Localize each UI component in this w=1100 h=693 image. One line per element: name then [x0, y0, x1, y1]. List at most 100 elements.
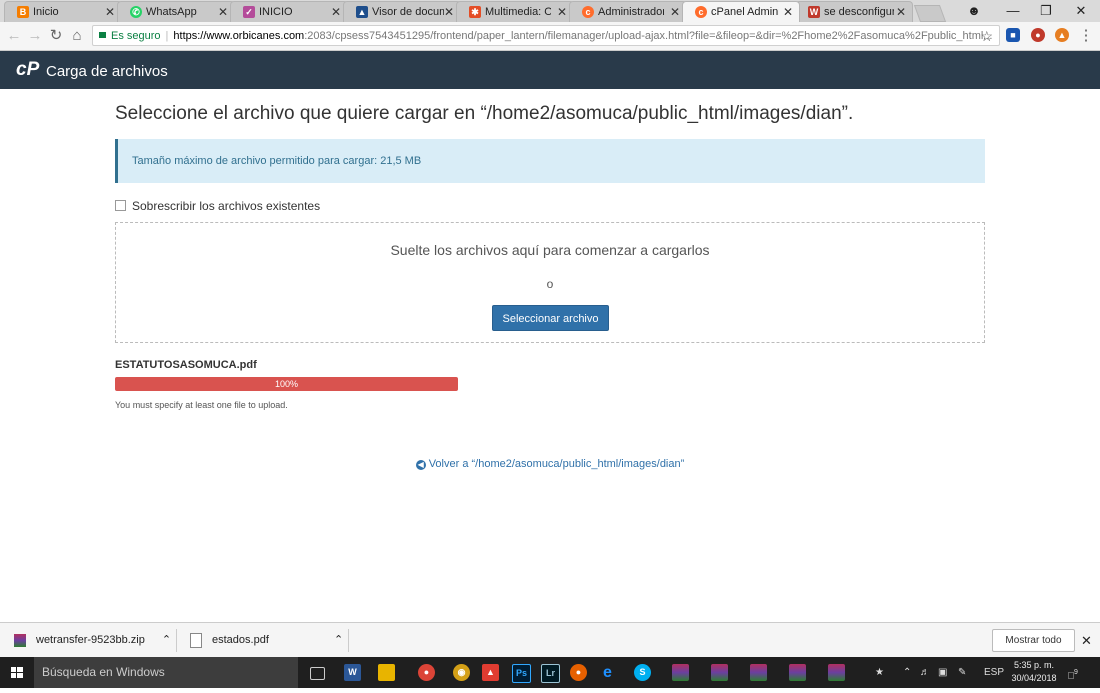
bookmark-star-icon[interactable]: ☆: [980, 26, 993, 45]
overwrite-label: Sobrescribir los archivos existentes: [132, 199, 321, 213]
archive-icon[interactable]: [672, 664, 689, 681]
url-host: https://www.orbicanes.com: [173, 30, 305, 42]
extension-icon[interactable]: ■: [1006, 28, 1020, 42]
tab-label: se desconfiguró: [824, 6, 894, 18]
notifications-icon[interactable]: □9: [1068, 657, 1078, 688]
tab-inicio-site[interactable]: ✓ INICIO ✕: [230, 1, 348, 22]
file-explorer-icon[interactable]: [378, 664, 395, 681]
chevron-up-icon[interactable]: ⌃: [334, 634, 343, 646]
close-downloads-icon[interactable]: ✕: [1081, 623, 1092, 658]
start-button[interactable]: [0, 657, 34, 688]
back-icon[interactable]: ←: [4, 26, 24, 46]
address-bar[interactable]: Es seguro | https://www.orbicanes.com:2083…: [92, 25, 1000, 46]
app-icon[interactable]: ◉: [453, 664, 470, 681]
close-icon[interactable]: ✕: [557, 2, 567, 22]
browser-tab-strip: B Inicio ✕ ✆ WhatsApp ✕ ✓ INICIO ✕ ▲ Vis…: [0, 0, 1100, 22]
tab-se-desconfiguro[interactable]: W se desconfiguró ✕: [795, 1, 913, 22]
network-icon[interactable]: ▣: [938, 657, 947, 688]
extension-icon[interactable]: ●: [1031, 28, 1045, 42]
close-icon[interactable]: ✕: [331, 2, 341, 22]
download-filename: estados.pdf: [212, 634, 269, 646]
restore-icon[interactable]: ❐: [1028, 0, 1064, 22]
downloads-bar: wetransfer-9523bb.zip ⌃ estados.pdf ⌃ Mo…: [0, 622, 1100, 658]
back-link[interactable]: ◀ Volver a “/home2/asomuca/public_html/im…: [0, 458, 1100, 470]
select-file-button[interactable]: Seleccionar archivo: [492, 305, 609, 331]
download-item[interactable]: estados.pdf ⌃: [190, 623, 343, 658]
menu-icon[interactable]: ⋮: [1076, 26, 1096, 46]
max-size-alert: Tamaño máximo de archivo permitido para …: [115, 139, 985, 183]
window-close-icon[interactable]: ✕: [1063, 0, 1099, 22]
archive-icon[interactable]: [711, 664, 728, 681]
drop-zone-or: o: [546, 277, 554, 291]
tab-multimedia[interactable]: ✱ Multimedia: Opciones ✕: [456, 1, 574, 22]
tab-cpanel-administrador[interactable]: c cPanel Administrador ✕: [682, 1, 800, 22]
zip-file-icon: [14, 633, 26, 647]
windows-logo-icon: [11, 667, 23, 678]
pdf-file-icon: [190, 632, 202, 648]
close-icon[interactable]: ✕: [896, 2, 906, 22]
tab-label: Administrador de archivos: [598, 6, 664, 18]
taskbar-search[interactable]: Búsqueda en Windows: [34, 657, 298, 688]
drop-zone[interactable]: Suelte los archivos aquí para comenzar a…: [115, 222, 985, 343]
volume-icon[interactable]: ♬: [920, 657, 930, 688]
close-icon[interactable]: ✕: [783, 2, 793, 22]
tab-visor-documentos[interactable]: ▲ Visor de documentos ✕: [343, 1, 461, 22]
taskbar-clock[interactable]: 5:35 p. m. 30/04/2018: [1005, 659, 1063, 685]
clock-time: 5:35 p. m.: [1013, 660, 1055, 670]
tab-inicio[interactable]: B Inicio ✕: [4, 1, 122, 22]
close-icon[interactable]: ✕: [105, 2, 115, 22]
word-icon[interactable]: W: [344, 664, 361, 681]
cpanel-logo[interactable]: cP: [16, 60, 39, 80]
task-view-icon[interactable]: [310, 667, 325, 680]
site-icon: ✓: [243, 6, 255, 18]
download-item[interactable]: wetransfer-9523bb.zip ⌃: [14, 623, 171, 658]
joomla-icon: ✱: [469, 6, 481, 18]
upload-heading: Seleccione el archivo que quiere cargar …: [115, 103, 854, 124]
forward-icon[interactable]: →: [25, 26, 45, 46]
home-icon[interactable]: ⌂: [67, 26, 87, 46]
tab-label: cPanel Administrador: [711, 6, 779, 18]
archive-icon[interactable]: [789, 664, 806, 681]
app-icon[interactable]: ▲: [482, 664, 499, 681]
web-icon: W: [808, 6, 820, 18]
language-indicator[interactable]: ESP: [984, 657, 1004, 688]
arrow-left-circle-icon: ◀: [415, 460, 426, 470]
extension-icon[interactable]: ▲: [1055, 28, 1069, 42]
upload-progress-bar: 100%: [115, 377, 458, 391]
firefox-icon[interactable]: ●: [570, 664, 587, 681]
chrome-icon[interactable]: ●: [418, 664, 435, 681]
skype-icon[interactable]: S: [634, 664, 651, 681]
people-icon[interactable]: ★: [875, 657, 884, 688]
cpanel-icon: c: [582, 6, 594, 18]
overwrite-option[interactable]: Sobrescribir los archivos existentes: [115, 199, 320, 213]
overwrite-checkbox[interactable]: [115, 200, 126, 212]
upload-filename: ESTATUTOSASOMUCA.pdf: [115, 359, 257, 371]
archive-icon[interactable]: [828, 664, 845, 681]
clock-date: 30/04/2018: [1011, 673, 1057, 683]
back-link-label[interactable]: Volver a “/home2/asomuca/public_html/ima…: [429, 458, 685, 470]
lock-icon: [99, 32, 106, 38]
minimize-icon[interactable]: —: [995, 0, 1031, 22]
show-all-downloads-button[interactable]: Mostrar todo: [992, 629, 1075, 652]
chevron-up-icon[interactable]: ⌃: [162, 634, 171, 646]
drop-zone-text: Suelte los archivos aquí para comenzar a…: [390, 242, 710, 258]
close-icon[interactable]: ✕: [444, 2, 454, 22]
reload-icon[interactable]: ↻: [46, 26, 66, 46]
archive-icon[interactable]: [750, 664, 767, 681]
profile-icon[interactable]: ☻: [956, 0, 992, 22]
tab-label: Inicio: [33, 6, 59, 18]
close-icon[interactable]: ✕: [218, 2, 228, 22]
photoshop-icon[interactable]: Ps: [512, 664, 531, 683]
close-icon[interactable]: ✕: [670, 2, 680, 22]
chevron-up-icon[interactable]: ⌃: [903, 657, 911, 688]
download-filename: wetransfer-9523bb.zip: [36, 634, 145, 646]
cpanel-icon: c: [695, 6, 707, 18]
security-label: Es seguro: [111, 30, 161, 42]
edge-icon[interactable]: e: [599, 664, 616, 681]
tab-whatsapp[interactable]: ✆ WhatsApp ✕: [117, 1, 235, 22]
lightroom-icon[interactable]: Lr: [541, 664, 560, 683]
tab-administrador-archivos[interactable]: c Administrador de archivos ✕: [569, 1, 687, 22]
pen-icon[interactable]: ✎: [958, 657, 966, 688]
tab-label: Multimedia: Opciones: [485, 6, 551, 18]
new-tab-button[interactable]: [913, 5, 947, 22]
